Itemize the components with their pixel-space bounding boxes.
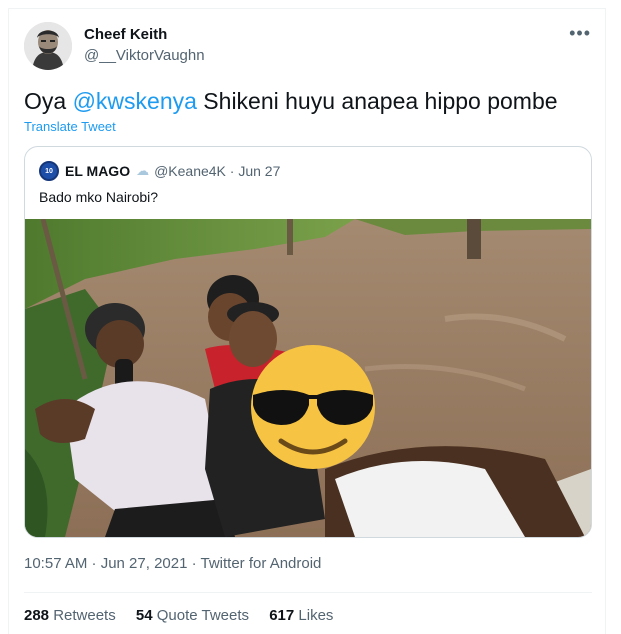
author-display-name[interactable]: Cheef Keith [84,26,205,44]
tweet-text: Oya @kwskenya Shikeni huyu anapea hippo … [24,86,558,116]
tweet-header: Cheef Keith @__ViktorVaughn ••• [24,22,599,70]
translate-tweet-link[interactable]: Translate Tweet [24,119,116,134]
quoted-tweet-text: Bado mko Nairobi? [39,189,159,205]
tweet-text-suffix: Shikeni huyu anapea hippo pombe [196,88,558,114]
likes-stat[interactable]: 617 Likes [269,607,333,624]
quoted-author-name: EL MAGO [65,163,131,179]
retweets-label: Retweets [49,607,116,624]
retweets-count: 288 [24,607,50,624]
more-icon[interactable]: ••• [569,24,591,42]
author-names: Cheef Keith @__ViktorVaughn [84,26,205,66]
retweets-stat[interactable]: 288 Retweets [24,607,116,624]
cloud-icon: ☁ [136,163,150,178]
quoted-tweet-header: 10 EL MAGO ☁ @Keane4K · Jun 27 [39,161,280,181]
quoted-author-handle-date: @Keane4K · Jun 27 [154,163,281,179]
quoted-tweet[interactable]: 10 EL MAGO ☁ @Keane4K · Jun 27 Bado mko … [24,146,592,538]
likes-label: Likes [294,607,334,624]
tweet-stats: 288 Retweets 54 Quote Tweets 617 Likes [24,607,349,624]
mention-link[interactable]: @kwskenya [73,88,197,114]
quote-tweets-label: Quote Tweets [152,607,250,624]
quoted-tweet-photo[interactable] [25,219,591,537]
quoted-author-avatar: 10 [39,161,59,181]
quote-tweets-stat[interactable]: 54 Quote Tweets [136,607,249,624]
likes-count: 617 [269,607,295,624]
author-handle[interactable]: @__ViktorVaughn [84,46,205,66]
quote-tweets-count: 54 [135,607,153,624]
author-avatar[interactable] [24,22,72,70]
tweet-text-prefix: Oya [24,88,73,114]
stats-divider [24,592,592,593]
tweet-timestamp[interactable]: 10:57 AM · Jun 27, 2021 · Twitter for An… [24,555,321,572]
